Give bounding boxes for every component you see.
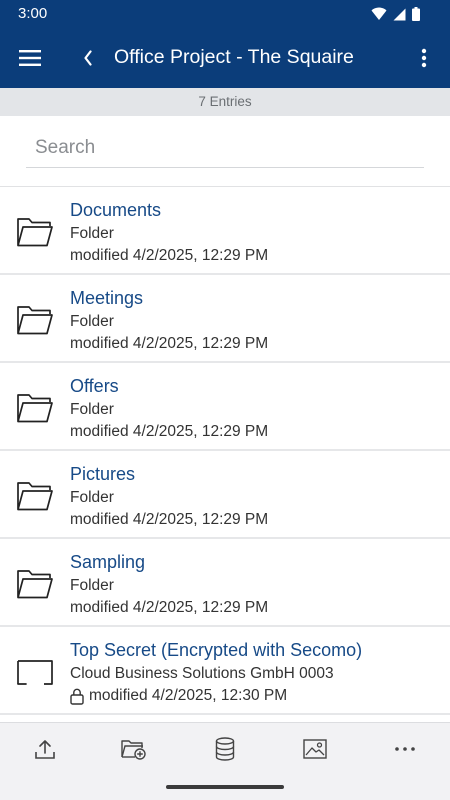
hamburger-menu-icon (19, 50, 41, 66)
status-bar: 3:00 (0, 0, 450, 28)
list-item-offers[interactable]: Offers Folder modified 4/2/2025, 12:29 P… (0, 363, 450, 451)
folder-icon (16, 213, 54, 249)
upload-icon (35, 740, 55, 759)
item-type: Folder (70, 577, 114, 594)
item-modified: modified 4/2/2025, 12:29 PM (70, 247, 268, 265)
status-icons (371, 6, 420, 22)
list-item-top-secret[interactable]: Top Secret (Encrypted with Secomo) Cloud… (0, 627, 450, 715)
item-name: Meetings (70, 288, 144, 308)
item-modified: modified 4/2/2025, 12:29 PM (70, 423, 268, 441)
item-name: Pictures (70, 464, 136, 484)
file-list: Documents Folder modified 4/2/2025, 12:2… (0, 186, 450, 715)
entries-count: 7 Entries (0, 88, 450, 116)
folder-icon (16, 477, 54, 513)
item-modified-text: modified 4/2/2025, 12:29 PM (70, 511, 269, 528)
item-modified-text: modified 4/2/2025, 12:30 PM (89, 687, 288, 704)
list-item-sampling[interactable]: Sampling Folder modified 4/2/2025, 12:29… (0, 539, 450, 627)
chevron-left-icon (84, 50, 92, 66)
more-actions-button[interactable] (385, 733, 425, 765)
more-horizontal-icon (395, 747, 415, 751)
lock-icon (70, 688, 84, 705)
item-name: Offers (70, 376, 119, 396)
item-modified-text: modified 4/2/2025, 12:29 PM (70, 335, 269, 352)
item-type: Folder (70, 401, 114, 418)
item-modified: modified 4/2/2025, 12:30 PM (70, 687, 287, 705)
page-title: Office Project - The Squaire (114, 46, 354, 68)
list-item-meetings[interactable]: Meetings Folder modified 4/2/2025, 12:29… (0, 275, 450, 363)
item-modified: modified 4/2/2025, 12:29 PM (70, 511, 268, 529)
signal-icon (393, 8, 406, 20)
folder-icon (16, 389, 54, 425)
home-indicator (166, 785, 284, 789)
item-type: Folder (70, 225, 114, 242)
menu-button[interactable] (14, 42, 46, 74)
upload-button[interactable] (25, 733, 65, 765)
search-field (26, 128, 424, 168)
image-icon (303, 739, 327, 759)
item-modified-text: modified 4/2/2025, 12:29 PM (70, 599, 269, 616)
new-folder-icon (121, 740, 146, 760)
back-button[interactable] (76, 42, 100, 74)
item-modified-text: modified 4/2/2025, 12:29 PM (70, 423, 269, 440)
more-vertical-icon (421, 48, 427, 68)
item-type: Cloud Business Solutions GmbH 0003 (70, 665, 334, 682)
item-name: Sampling (70, 552, 146, 572)
list-item-documents[interactable]: Documents Folder modified 4/2/2025, 12:2… (0, 187, 450, 275)
encrypted-drive-icon (16, 653, 54, 689)
item-type: Folder (70, 313, 114, 330)
database-icon (215, 737, 235, 761)
item-name: Documents (70, 200, 162, 220)
new-folder-button[interactable] (114, 733, 154, 765)
folder-icon (16, 301, 54, 337)
bottom-toolbar (0, 722, 450, 800)
item-type: Folder (70, 489, 114, 506)
item-name: Top Secret (Encrypted with Secomo) (70, 640, 363, 660)
item-modified-text: modified 4/2/2025, 12:29 PM (70, 247, 269, 264)
database-button[interactable] (205, 733, 245, 765)
battery-icon (412, 7, 420, 21)
app-bar: Office Project - The Squaire (0, 28, 450, 88)
search-input[interactable] (26, 128, 424, 167)
image-button[interactable] (295, 733, 335, 765)
wifi-icon (371, 7, 387, 20)
folder-icon (16, 565, 54, 601)
item-modified: modified 4/2/2025, 12:29 PM (70, 599, 268, 617)
item-modified: modified 4/2/2025, 12:29 PM (70, 335, 268, 353)
status-time: 3:00 (18, 5, 48, 22)
list-item-pictures[interactable]: Pictures Folder modified 4/2/2025, 12:29… (0, 451, 450, 539)
overflow-menu-button[interactable] (408, 42, 440, 74)
